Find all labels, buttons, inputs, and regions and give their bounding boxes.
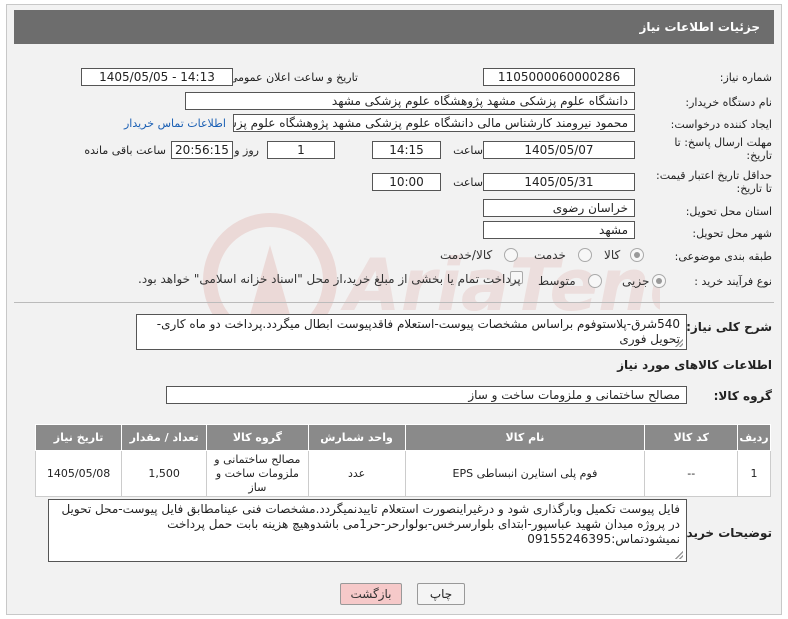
cell-group: مصالح ساختمانی و ملزومات ساخت و ساز	[206, 450, 309, 497]
process-radio-medium[interactable]	[588, 274, 602, 288]
description-text: 540شرق-پلاستوفوم براساس مشخصات پیوست-است…	[156, 317, 680, 346]
col-qty: تعداد / مقدار	[121, 424, 208, 451]
need-number-field: 1105000060000286	[483, 68, 635, 86]
process-label: نوع فرآیند خرید :	[694, 275, 772, 288]
print-button[interactable]: چاپ	[417, 583, 465, 605]
goods-group-label: گروه کالا:	[713, 389, 772, 403]
col-unit: واحد شمارش	[307, 424, 406, 451]
deadline-days-label: روز و	[234, 144, 259, 157]
category-label: طبقه بندی موضوعی:	[674, 250, 772, 263]
deadline-time-label: ساعت	[453, 144, 483, 157]
deadline-remaining-field: 20:56:15	[171, 141, 233, 159]
announce-date-label: تاریخ و ساعت اعلان عمومی:	[225, 71, 358, 84]
price-validity-label-line2: تا تاریخ:	[736, 182, 772, 195]
cell-qty: 1,500	[121, 450, 208, 497]
col-date: تاریخ نیاز	[34, 424, 123, 451]
deadline-time-field: 14:15	[372, 141, 441, 159]
need-number-label: شماره نیاز:	[719, 71, 772, 84]
deadline-label-line2: تاریخ:	[746, 149, 772, 162]
city-label: شهر محل تحویل:	[692, 227, 772, 240]
buyer-org-label: نام دستگاه خریدار:	[685, 96, 772, 109]
col-group: گروه کالا	[206, 424, 309, 451]
deadline-date-field: 1405/05/07	[483, 141, 635, 159]
col-row: ردیف	[737, 424, 771, 451]
description-label: شرح کلی نیاز:	[686, 320, 772, 334]
goods-table: ردیف کد کالا نام کالا واحد شمارش گروه کا…	[34, 424, 771, 497]
goods-section-title: اطلاعات کالاهای مورد نیاز	[617, 358, 772, 372]
category-radio-goods[interactable]	[630, 248, 644, 262]
divider	[14, 302, 774, 303]
category-option-service: خدمت	[534, 248, 566, 262]
buyer-notes-text: فایل پیوست تکمیل وبارگذاری شود و درغیرای…	[61, 502, 680, 546]
deadline-label-line1: مهلت ارسال پاسخ: تا	[674, 136, 772, 149]
goods-group-field: مصالح ساختمانی و ملزومات ساخت و ساز	[166, 386, 687, 404]
table-row[interactable]: 1 -- فوم پلی استایرن انبساطی EPS عدد مصا…	[34, 450, 771, 497]
category-radio-goods-service[interactable]	[504, 248, 518, 262]
resize-handle-icon[interactable]	[675, 339, 683, 347]
resize-handle-icon[interactable]	[675, 551, 683, 559]
page-title: جزئیات اطلاعات نیاز	[14, 10, 774, 44]
requester-label: ایجاد کننده درخواست:	[670, 118, 772, 131]
cell-row: 1	[737, 450, 771, 497]
table-header-row: ردیف کد کالا نام کالا واحد شمارش گروه کا…	[34, 424, 771, 451]
category-radio-service[interactable]	[578, 248, 592, 262]
category-option-goods: کالا	[604, 248, 621, 262]
price-validity-label-line1: حداقل تاریخ اعتبار قیمت:	[656, 169, 772, 182]
price-validity-time-label: ساعت	[453, 176, 483, 189]
col-name: نام کالا	[404, 424, 646, 451]
process-option-minor: جزیی	[622, 274, 650, 288]
buyer-notes-textarea[interactable]: فایل پیوست تکمیل وبارگذاری شود و درغیرای…	[48, 499, 687, 562]
deadline-days-field: 1	[267, 141, 335, 159]
price-validity-time-field: 10:00	[372, 173, 441, 191]
buyer-org-field: دانشگاه علوم پزشکی مشهد پژوهشگاه علوم پز…	[185, 92, 635, 110]
cell-name: فوم پلی استایرن انبساطی EPS	[404, 450, 646, 497]
cell-unit: عدد	[307, 450, 406, 497]
province-field: خراسان رضوی	[483, 199, 635, 217]
back-button[interactable]: بازگشت	[340, 583, 402, 605]
buyer-contact-link[interactable]: اطلاعات تماس خریدار	[124, 117, 226, 130]
province-label: استان محل تحویل:	[685, 205, 772, 218]
process-radio-minor[interactable]	[652, 274, 666, 288]
announce-date-field: 1405/05/05 - 14:13	[81, 68, 233, 86]
city-field: مشهد	[483, 221, 635, 239]
col-code: کد کالا	[644, 424, 739, 451]
category-option-goods-service: کالا/خدمت	[440, 248, 493, 262]
price-validity-date-field: 1405/05/31	[483, 173, 635, 191]
description-textarea[interactable]: 540شرق-پلاستوفوم براساس مشخصات پیوست-است…	[136, 314, 687, 350]
treasury-checkbox-text: پرداخت تمام یا بخشی از مبلغ خرید،از محل …	[138, 272, 521, 286]
cell-date: 1405/05/08	[34, 450, 123, 497]
cell-code: --	[644, 450, 739, 497]
process-option-medium: متوسط	[538, 274, 576, 288]
requester-field: محمود نیرومند کارشناس مالی دانشگاه علوم …	[233, 114, 635, 132]
deadline-remaining-label: ساعت باقی مانده	[84, 144, 166, 157]
